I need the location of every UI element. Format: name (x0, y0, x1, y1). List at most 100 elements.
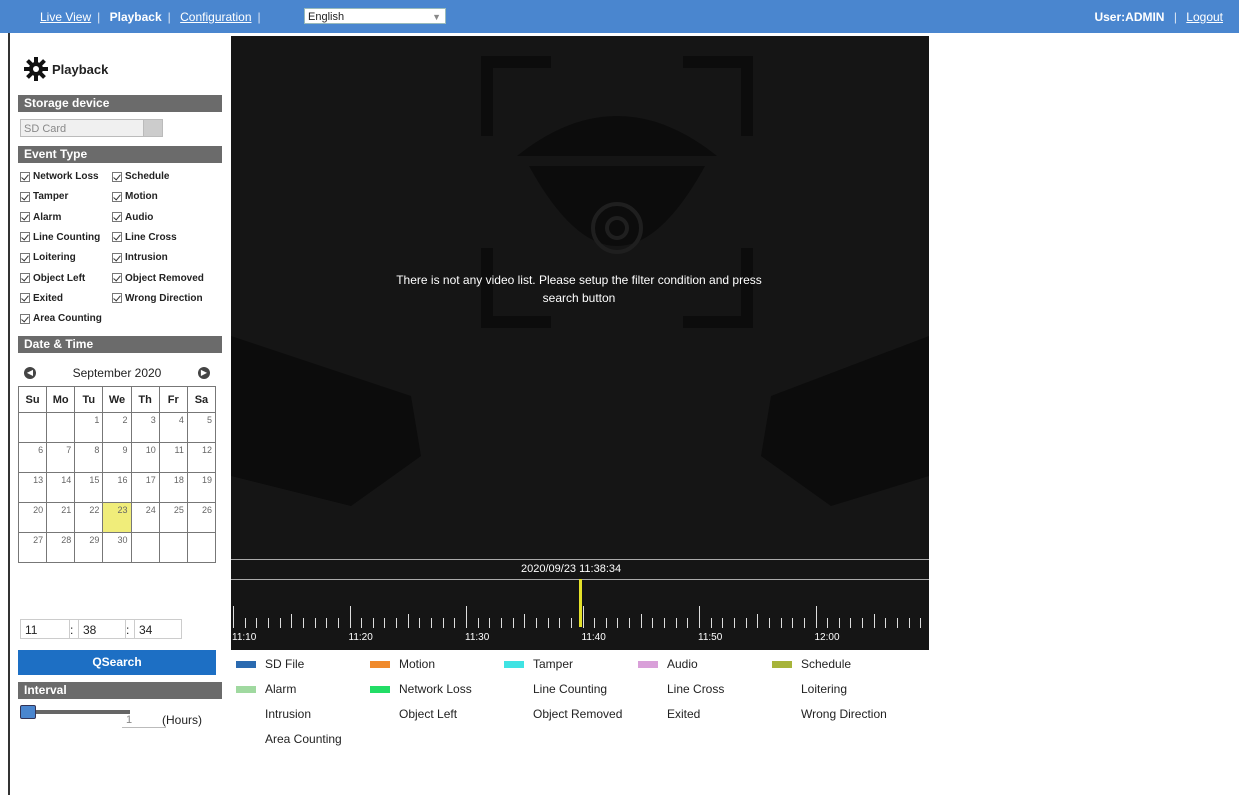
interval-value-field[interactable]: 1 (122, 713, 166, 728)
checkbox-checked-icon[interactable] (112, 171, 122, 182)
event-checkbox-motion[interactable]: Motion (112, 191, 158, 202)
checkbox-checked-icon[interactable] (112, 191, 122, 202)
dropdown-button[interactable] (143, 120, 162, 136)
legend-item-area-counting: Area Counting (236, 732, 342, 746)
interval-slider[interactable] (20, 705, 130, 719)
event-checkbox-area-counting[interactable]: Area Counting (20, 313, 102, 324)
calendar-day[interactable]: 19 (186, 472, 217, 503)
timeline-time-label: 11:10 (232, 632, 257, 643)
next-month-icon[interactable]: ▶ (197, 367, 210, 379)
nav-configuration[interactable]: Configuration (180, 10, 251, 24)
event-label: Tamper (33, 191, 69, 203)
checkbox-checked-icon[interactable] (112, 293, 122, 304)
calendar-day[interactable]: 30 (102, 532, 132, 563)
event-checkbox-object-removed[interactable]: Object Removed (112, 273, 204, 284)
checkbox-checked-icon[interactable] (20, 293, 30, 304)
calendar-day[interactable]: 21 (46, 502, 76, 533)
calendar-day[interactable]: 27 (17, 532, 48, 563)
calendar-day[interactable]: 10 (130, 442, 160, 473)
event-checkbox-exited[interactable]: Exited (20, 293, 63, 304)
timeline-cursor[interactable] (579, 579, 582, 627)
calendar-day[interactable]: 22 (74, 502, 104, 533)
event-checkbox-wrong-direction[interactable]: Wrong Direction (112, 293, 203, 304)
event-checkbox-intrusion[interactable]: Intrusion (112, 252, 168, 263)
calendar-day[interactable]: 6 (17, 442, 48, 473)
legend-label: Loitering (801, 682, 848, 696)
event-checkbox-object-left[interactable]: Object Left (20, 273, 85, 284)
calendar-day[interactable]: 15 (74, 472, 104, 503)
checkbox-checked-icon[interactable] (112, 252, 122, 263)
calendar-day[interactable]: 23 (102, 502, 132, 533)
slider-handle[interactable] (20, 705, 36, 719)
event-checkbox-line-cross[interactable]: Line Cross (112, 232, 177, 243)
checkbox-checked-icon[interactable] (20, 252, 30, 263)
timeline-tick (547, 618, 549, 628)
calendar-day[interactable]: 29 (74, 532, 104, 563)
timeline-tick (908, 618, 910, 628)
event-label: Audio (125, 211, 154, 223)
checkbox-checked-icon[interactable] (20, 313, 30, 324)
calendar-day[interactable]: 14 (46, 472, 76, 503)
minute-field[interactable]: 38 (78, 619, 126, 639)
calendar-day[interactable]: 11 (158, 442, 188, 473)
calendar-day[interactable]: 5 (186, 412, 217, 443)
calendar-day[interactable]: 7 (46, 442, 76, 473)
calendar-day[interactable]: 24 (130, 502, 160, 533)
second-field[interactable]: 34 (134, 619, 182, 639)
legend-label: Network Loss (399, 682, 472, 696)
event-checkbox-alarm[interactable]: Alarm (20, 212, 61, 223)
calendar-day[interactable]: 25 (158, 502, 188, 533)
prev-month-icon[interactable]: ◀ (24, 367, 36, 379)
checkbox-checked-icon[interactable] (112, 273, 122, 283)
legend-swatch (370, 685, 390, 693)
legend-label: Wrong Direction (801, 707, 887, 721)
logout-link[interactable]: Logout (1186, 10, 1223, 24)
event-checkbox-audio[interactable]: Audio (112, 212, 153, 223)
calendar-day[interactable]: 4 (158, 412, 188, 443)
calendar-day[interactable]: 12 (186, 442, 217, 473)
calendar-day[interactable]: 16 (102, 472, 132, 503)
timeline-tick (326, 618, 328, 628)
storage-device-select[interactable]: SD Card (20, 119, 163, 137)
legend-swatch (772, 711, 792, 718)
calendar-day[interactable]: 8 (74, 442, 104, 473)
event-checkbox-tamper[interactable]: Tamper (20, 191, 68, 202)
nav-live-view[interactable]: Live View (40, 10, 91, 24)
timeline-tick (349, 606, 351, 628)
checkbox-checked-icon[interactable] (20, 212, 30, 223)
timeline-tick (535, 618, 537, 628)
timeline-tick (570, 618, 572, 628)
video-player[interactable]: There is not any video list. Please setu… (231, 36, 929, 650)
legend-item-sd-file: SD File (236, 657, 304, 671)
checkbox-checked-icon[interactable] (20, 232, 30, 243)
event-checkbox-loitering[interactable]: Loitering (20, 252, 76, 263)
checkbox-checked-icon[interactable] (112, 232, 122, 243)
calendar-day[interactable]: 20 (17, 502, 48, 533)
event-checkbox-line-counting[interactable]: Line Counting (20, 232, 100, 243)
calendar-day[interactable]: 2 (102, 412, 132, 443)
event-label: Motion (125, 191, 158, 203)
checkbox-checked-icon[interactable] (20, 191, 30, 202)
search-button[interactable]: QSearch (18, 650, 216, 675)
language-select[interactable]: English ▼ (304, 8, 446, 24)
timeline-time-label: 11:30 (465, 632, 490, 643)
calendar-day[interactable]: 3 (130, 412, 160, 443)
calendar-day[interactable]: 13 (17, 472, 48, 503)
timeline-tick (687, 618, 689, 628)
event-checkbox-schedule[interactable]: Schedule (112, 171, 169, 182)
calendar-day[interactable]: 17 (130, 472, 160, 503)
timeline-tick (768, 618, 770, 628)
legend-swatch (236, 660, 256, 668)
nav-playback[interactable]: Playback (110, 10, 162, 24)
checkbox-checked-icon[interactable] (112, 212, 122, 223)
calendar-day[interactable]: 1 (74, 412, 104, 443)
calendar-day[interactable]: 26 (186, 502, 217, 533)
calendar-day[interactable]: 9 (102, 442, 132, 473)
event-checkbox-network-loss[interactable]: Network Loss (20, 171, 99, 182)
checkbox-checked-icon[interactable] (20, 273, 30, 283)
hour-field[interactable]: 11 (20, 619, 70, 639)
calendar-day[interactable]: 28 (46, 532, 76, 563)
checkbox-checked-icon[interactable] (20, 171, 30, 182)
calendar-day[interactable]: 18 (158, 472, 188, 503)
timeline-tick (361, 618, 363, 628)
